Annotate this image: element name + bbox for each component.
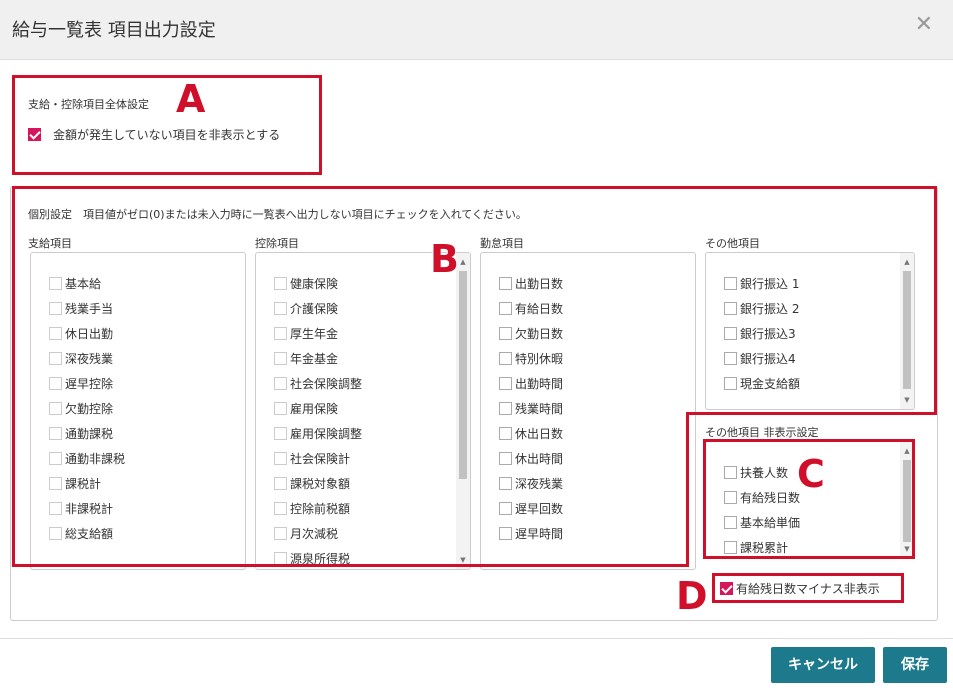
dialog-header: 給与一覧表 項目出力設定 ✕ (0, 0, 953, 60)
annotation-box-b-right (934, 186, 937, 415)
annotation-box-b-bottom (12, 564, 689, 567)
marker-b: B (429, 237, 459, 281)
annotation-box-a (12, 75, 322, 175)
dialog-title: 給与一覧表 項目出力設定 (12, 20, 216, 41)
annotation-box-b-step (686, 412, 937, 415)
annotation-box-b-step-down (686, 412, 689, 567)
footer-divider (0, 638, 953, 639)
marker-c: C (796, 452, 825, 496)
save-button[interactable]: 保存 (883, 647, 947, 683)
close-icon[interactable]: ✕ (915, 14, 933, 36)
annotation-box-d (712, 573, 904, 603)
marker-d: D (675, 574, 708, 618)
cancel-button[interactable]: キャンセル (771, 647, 875, 683)
marker-a: A (175, 77, 206, 121)
